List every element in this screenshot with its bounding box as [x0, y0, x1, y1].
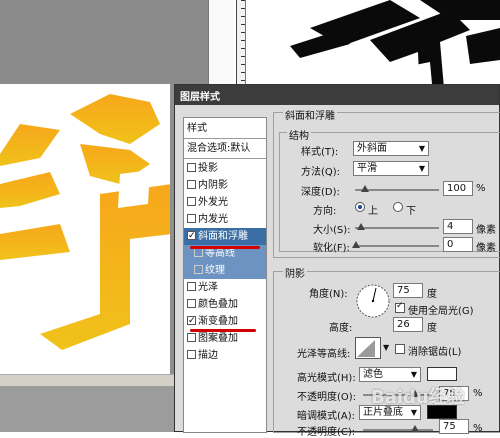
angle-dial-icon[interactable] — [355, 283, 391, 319]
depth-slider[interactable] — [355, 185, 439, 192]
highlight-mode-label: 高光模式(H): — [297, 373, 356, 384]
chevron-down-icon: ▼ — [418, 164, 425, 173]
gloss-contour-icon[interactable] — [355, 337, 381, 359]
style-item-stroke[interactable]: 描边 — [184, 347, 266, 364]
workspace-bottom — [0, 386, 174, 432]
main-canvas-artwork — [0, 84, 172, 374]
anti-alias-checkbox[interactable] — [395, 344, 405, 354]
style-dropdown[interactable]: 外斜面 ▼ — [353, 141, 429, 156]
style-item-texture[interactable]: 纹理 — [184, 262, 266, 279]
style-item-drop-shadow[interactable]: 投影 — [184, 160, 266, 177]
highlight-opacity-unit: % — [473, 388, 483, 399]
style-item-pattern-overlay[interactable]: 图案叠加 — [184, 330, 266, 347]
style-item-gradient-overlay[interactable]: 渐变叠加 — [184, 313, 266, 330]
layer-style-dialog: 图层样式 样式 混合选项:默认 投影 内阴影 外发光 内发光 斜面和浮雕 等高线… — [174, 84, 500, 438]
size-slider[interactable] — [355, 223, 439, 230]
checkbox[interactable] — [187, 214, 196, 223]
depth-label: 深度(D): — [301, 187, 340, 198]
checkbox[interactable] — [187, 180, 196, 189]
bevel-settings-panel: 斜面和浮雕 结构 样式(T): 外斜面 ▼ 方法(Q): 平滑 ▼ 深度(D): 1… — [271, 105, 500, 438]
global-light-checkbox[interactable] — [395, 301, 405, 313]
blending-options-item[interactable]: 混合选项:默认 — [184, 140, 266, 157]
styles-header[interactable]: 样式 — [184, 120, 266, 137]
style-item-color-overlay[interactable]: 颜色叠加 — [184, 296, 266, 313]
soften-unit: 像素 — [476, 243, 496, 254]
slider-knob[interactable] — [411, 425, 419, 432]
style-item-satin[interactable]: 光泽 — [184, 279, 266, 296]
slider-knob[interactable] — [352, 241, 360, 248]
style-label: 样式(T): — [301, 147, 339, 158]
highlight-opacity-label: 不透明度(O): — [297, 392, 357, 403]
highlight-mode-dropdown[interactable]: 滤色 ▼ — [359, 367, 421, 382]
checkbox[interactable] — [194, 265, 203, 274]
checkbox-checked[interactable] — [187, 313, 196, 330]
soften-label: 软化(F): — [313, 243, 350, 254]
altitude-unit: 度 — [427, 323, 437, 334]
soften-slider[interactable] — [352, 241, 439, 248]
checkbox[interactable] — [187, 163, 196, 172]
highlight-color-swatch[interactable] — [427, 367, 457, 381]
chevron-down-icon[interactable]: ▼ — [383, 343, 389, 352]
structure-title: 结构 — [287, 127, 311, 142]
style-item-inner-glow[interactable]: 内发光 — [184, 211, 266, 228]
checkbox[interactable] — [187, 282, 196, 291]
gloss-contour-label: 光泽等高线: — [297, 349, 351, 360]
angle-unit: 度 — [427, 289, 437, 300]
depth-input[interactable]: 100 — [443, 181, 473, 196]
size-input[interactable]: 4 — [443, 219, 473, 234]
direction-up-label: 上 — [368, 206, 378, 217]
size-unit: 像素 — [476, 225, 496, 236]
red-underline-annotation — [190, 246, 260, 249]
direction-down-label: 下 — [406, 206, 416, 217]
shadow-mode-label: 暗调模式(A): — [297, 411, 356, 422]
checkbox[interactable] — [194, 248, 203, 257]
chevron-down-icon: ▼ — [418, 144, 425, 153]
bevel-section-title: 斜面和浮雕 — [283, 107, 337, 122]
style-item-inner-shadow[interactable]: 内阴影 — [184, 177, 266, 194]
style-item-outer-glow[interactable]: 外发光 — [184, 194, 266, 211]
checkbox-checked[interactable] — [187, 228, 196, 245]
altitude-input[interactable]: 26 — [393, 317, 423, 332]
shadow-opacity-unit: % — [473, 423, 483, 434]
shadow-opacity-label: 不透明度(C): — [297, 427, 356, 438]
shadow-opacity-slider[interactable] — [363, 425, 433, 432]
style-item-bevel-emboss[interactable]: 斜面和浮雕 — [184, 228, 266, 245]
angle-label: 角度(N): — [309, 289, 348, 300]
soften-input[interactable]: 0 — [443, 237, 473, 252]
altitude-label: 高度: — [329, 323, 353, 334]
slider-knob[interactable] — [357, 223, 365, 230]
checkbox[interactable] — [187, 197, 196, 206]
horizontal-scrollbar[interactable] — [0, 374, 174, 386]
direction-up-radio[interactable] — [355, 202, 365, 212]
checkbox[interactable] — [187, 350, 196, 359]
chevron-down-icon: ▼ — [410, 370, 417, 379]
styles-list: 样式 混合选项:默认 投影 内阴影 外发光 内发光 斜面和浮雕 等高线 纹理 光… — [183, 117, 267, 433]
direction-down-radio[interactable] — [393, 202, 403, 212]
method-dropdown[interactable]: 平滑 ▼ — [353, 161, 429, 176]
slider-knob[interactable] — [361, 185, 369, 192]
dialog-title: 图层样式 — [175, 85, 499, 105]
global-light-label: 使用全局光(G) — [408, 306, 474, 317]
angle-input[interactable]: 75 — [393, 283, 423, 298]
checkbox[interactable] — [187, 333, 196, 342]
anti-alias-label: 消除锯齿(L) — [408, 347, 462, 358]
size-label: 大小(S): — [313, 225, 351, 236]
shading-title: 阴影 — [283, 265, 307, 280]
watermark-text: Baidu经验 — [371, 387, 465, 408]
depth-unit: % — [476, 183, 486, 194]
red-underline-annotation — [190, 329, 256, 332]
canvas-edge-strip — [208, 0, 234, 96]
checkbox[interactable] — [187, 299, 196, 308]
direction-label: 方向: — [313, 206, 337, 217]
method-label: 方法(Q): — [301, 167, 341, 178]
